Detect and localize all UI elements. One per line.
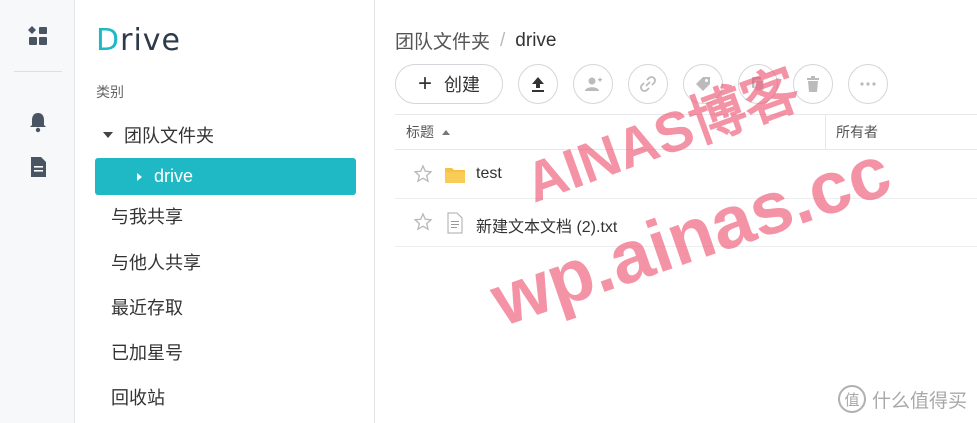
add-user-icon <box>585 77 602 91</box>
bell-icon[interactable] <box>26 110 50 134</box>
breadcrumb-current: drive <box>515 29 557 51</box>
link-icon <box>640 76 656 92</box>
star-icon[interactable] <box>413 164 433 184</box>
link-button[interactable] <box>628 64 668 104</box>
brand-text: 什么值得买 <box>871 390 967 412</box>
logo-letter: D <box>96 22 121 58</box>
sidebar-item-trash[interactable]: 回收站 <box>111 385 165 411</box>
delete-button[interactable] <box>793 64 833 104</box>
column-header-owner[interactable]: 所有者 <box>836 115 878 149</box>
tag-button[interactable] <box>683 64 723 104</box>
file-name: 新建文本文档 (2).txt <box>476 219 618 236</box>
tree-item-drive[interactable]: drive <box>95 158 356 195</box>
sort-asc-icon <box>442 129 450 135</box>
sidebar-item-shared-with-others[interactable]: 与他人共享 <box>111 250 201 276</box>
category-sidebar: Drive 类别 团队文件夹 drive 与我共享 与他人共享 最近存取 已加星… <box>75 0 375 423</box>
upload-icon <box>532 77 544 92</box>
column-header-title[interactable]: 标题 <box>406 115 450 149</box>
breadcrumb-parent[interactable]: 团队文件夹 <box>395 27 490 54</box>
brand-badge: 值 <box>837 385 866 413</box>
upload-button[interactable] <box>518 64 558 104</box>
brand-watermark: 值 什么值得买 <box>837 385 967 413</box>
breadcrumb-separator: / <box>500 29 506 51</box>
category-title: 类别 <box>96 84 124 100</box>
create-button[interactable]: + 创建 <box>395 64 503 104</box>
delete-icon <box>807 76 819 92</box>
column-divider[interactable] <box>825 115 826 149</box>
rail-divider <box>14 71 62 72</box>
table-header: 标题 所有者 <box>395 114 977 150</box>
table-row[interactable]: test <box>395 151 977 199</box>
sidebar-item-recent[interactable]: 最近存取 <box>111 295 183 321</box>
logo-text: rive <box>120 22 181 58</box>
dashboard-icon[interactable] <box>26 24 50 48</box>
column-title-label: 标题 <box>406 124 434 140</box>
document-icon[interactable] <box>26 155 50 179</box>
breadcrumb: 团队文件夹 / drive <box>395 27 556 54</box>
caret-down-icon <box>103 132 113 138</box>
star-icon[interactable] <box>413 212 433 232</box>
tree-item-label: drive <box>154 166 194 186</box>
sidebar-item-shared-with-me[interactable]: 与我共享 <box>111 204 183 230</box>
caret-right-icon <box>137 172 142 181</box>
tree-item-team-folder[interactable]: 团队文件夹 <box>103 122 214 148</box>
file-name: test <box>476 165 502 182</box>
toolbar: + 创建 <box>395 64 888 104</box>
share-user-button[interactable] <box>573 64 613 104</box>
icon-rail <box>0 0 75 423</box>
table-row[interactable]: 新建文本文档 (2).txt <box>395 199 977 247</box>
more-button[interactable] <box>848 64 888 104</box>
tag-icon <box>696 77 710 91</box>
sidebar-item-starred[interactable]: 已加星号 <box>111 340 183 366</box>
create-button-label: 创建 <box>444 75 480 95</box>
main-panel: 团队文件夹 / drive + 创建 标题 所有者 test 新建文本文档 (2… <box>376 0 977 423</box>
drive-logo: Drive <box>96 20 181 60</box>
more-icon <box>860 82 876 86</box>
copy-button[interactable] <box>738 64 778 104</box>
folder-icon <box>445 168 465 183</box>
copy-icon <box>752 77 765 92</box>
tree-item-label: 团队文件夹 <box>124 126 214 146</box>
plus-icon: + <box>417 70 432 97</box>
text-file-icon <box>447 212 463 234</box>
